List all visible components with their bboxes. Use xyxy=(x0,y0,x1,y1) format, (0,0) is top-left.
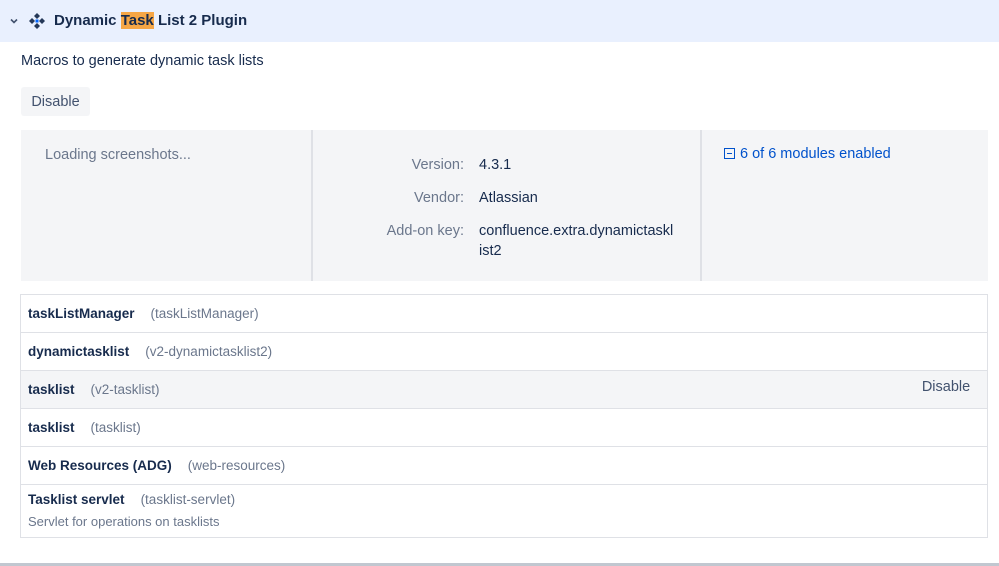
module-key: (v2-dynamictasklist2) xyxy=(145,344,273,359)
info-divider xyxy=(700,130,702,281)
modules-list: taskListManager (taskListManager) dynami… xyxy=(20,294,988,538)
plugin-title-prefix: Dynamic xyxy=(54,12,121,29)
module-name: taskListManager xyxy=(28,306,135,321)
screenshots-loading-text: Loading screenshots... xyxy=(45,147,191,163)
module-key: (tasklist) xyxy=(90,420,141,435)
plugin-title[interactable]: Dynamic Task List 2 Plugin xyxy=(54,12,247,30)
addon-key-line2: ist2 xyxy=(479,243,502,259)
modules-enabled-text[interactable]: 6 of 6 modules enabled xyxy=(740,146,891,162)
plugin-title-suffix: List 2 Plugin xyxy=(153,12,248,29)
collapse-icon[interactable] xyxy=(724,147,735,159)
chevron-down-icon[interactable] xyxy=(6,13,22,29)
plugin-info-panel: Loading screenshots... Version: 4.3.1 Ve… xyxy=(21,130,988,281)
disable-plugin-button[interactable]: Disable xyxy=(21,87,90,116)
module-key: (web-resources) xyxy=(187,458,286,473)
addon-key-line1: confluence.extra.dynamictaskl xyxy=(479,223,674,239)
version-label: Version: xyxy=(411,157,464,173)
module-key: (v2-tasklist) xyxy=(90,382,160,397)
module-row[interactable]: tasklist (v2-tasklist) Disable xyxy=(21,371,987,409)
module-name: tasklist xyxy=(28,382,75,397)
module-name: dynamictasklist xyxy=(28,344,130,359)
module-name: Tasklist servlet xyxy=(28,492,125,507)
module-row[interactable]: taskListManager (taskListManager) xyxy=(21,295,987,333)
vendor-label: Vendor: xyxy=(414,190,464,206)
version-value: 4.3.1 xyxy=(479,157,512,173)
vendor-value: Atlassian xyxy=(479,190,538,206)
modules-toggle-link[interactable]: 6 of 6 modules enabled xyxy=(724,146,891,162)
plugin-title-highlight: Task xyxy=(120,12,154,29)
module-name: tasklist xyxy=(28,420,75,435)
module-key: (taskListManager) xyxy=(150,306,259,321)
disable-module-button[interactable]: Disable xyxy=(911,373,981,400)
module-row[interactable]: tasklist (tasklist) xyxy=(21,409,987,447)
module-description: Servlet for operations on tasklists xyxy=(28,514,220,529)
addon-key-label: Add-on key: xyxy=(386,223,464,239)
module-row[interactable]: dynamictasklist (v2-dynamictasklist2) xyxy=(21,333,987,371)
addon-key-value: confluence.extra.dynamictaskl ist2 xyxy=(479,221,673,261)
module-name: Web Resources (ADG) xyxy=(28,458,172,473)
plugin-header[interactable]: Dynamic Task List 2 Plugin xyxy=(0,0,999,42)
module-row[interactable]: Tasklist servlet (tasklist-servlet) Serv… xyxy=(21,485,987,537)
plugin-icon xyxy=(28,12,46,30)
module-row[interactable]: Web Resources (ADG) (web-resources) xyxy=(21,447,987,485)
module-key: (tasklist-servlet) xyxy=(140,492,236,507)
plugin-description: Macros to generate dynamic task lists xyxy=(21,53,264,69)
